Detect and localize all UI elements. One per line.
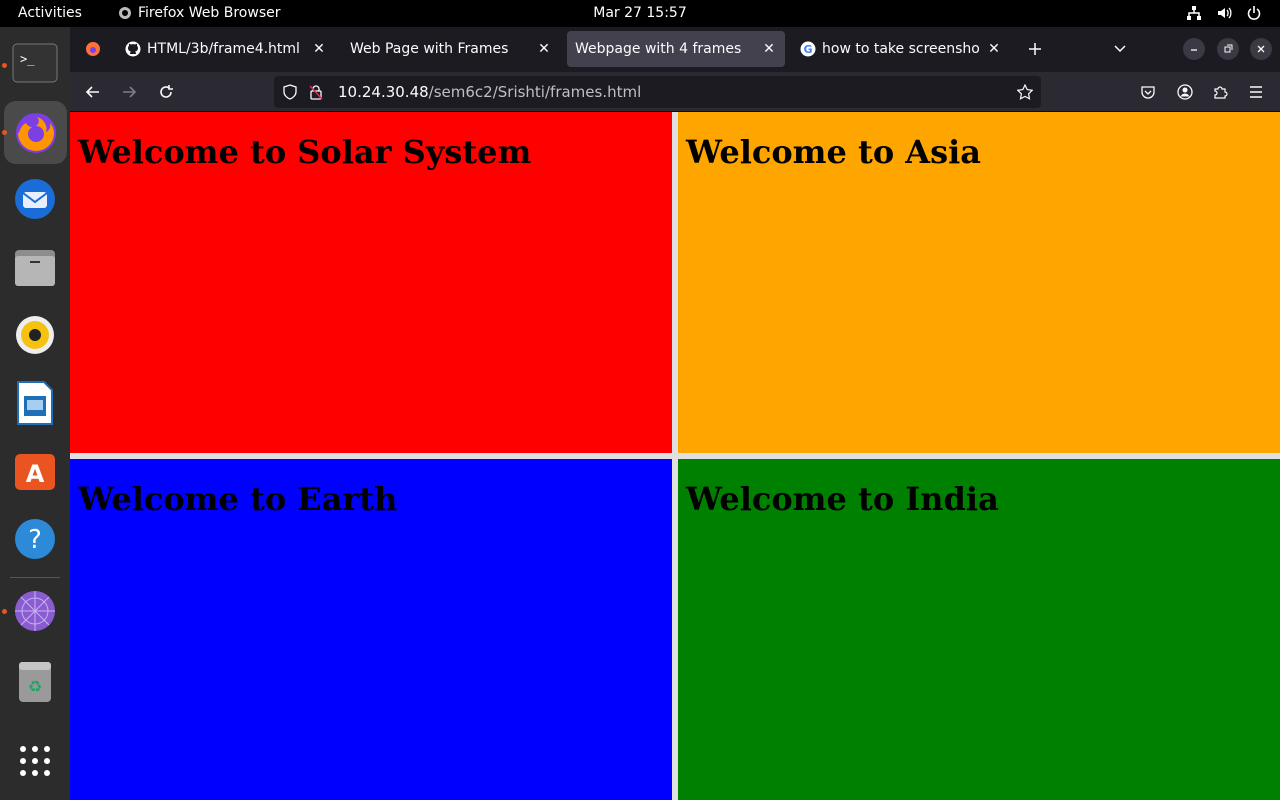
app-center-icon[interactable]: A bbox=[11, 447, 59, 495]
frame-heading: Welcome to Earth bbox=[78, 480, 398, 518]
pocket-icon bbox=[1141, 86, 1155, 99]
files-icon[interactable] bbox=[11, 243, 59, 291]
tracking-protection-icon[interactable] bbox=[282, 84, 298, 100]
url-bar[interactable]: 10.24.30.48/sem6c2/Srishti/frames.html bbox=[274, 76, 1041, 108]
help-icon[interactable]: ? bbox=[11, 515, 59, 563]
frame-asia[interactable]: Welcome to Asia bbox=[678, 112, 1280, 453]
restore-button[interactable] bbox=[1217, 38, 1239, 60]
hamburger-menu-icon bbox=[1250, 86, 1262, 98]
bookmark-star-icon[interactable] bbox=[1017, 84, 1033, 100]
back-button[interactable] bbox=[82, 81, 104, 103]
app-menu[interactable]: Firefox Web Browser bbox=[118, 5, 281, 21]
google-icon: G bbox=[800, 41, 816, 57]
running-indicator bbox=[2, 609, 7, 614]
back-arrow-icon bbox=[85, 86, 99, 98]
thunderbird-icon[interactable] bbox=[11, 175, 59, 223]
activities-button[interactable]: Activities bbox=[18, 5, 82, 21]
minimize-icon bbox=[1191, 49, 1197, 51]
frame-heading: Welcome to Asia bbox=[686, 133, 982, 171]
network-icon bbox=[1187, 6, 1201, 20]
reload-icon bbox=[160, 85, 173, 98]
close-icon[interactable]: ✕ bbox=[311, 41, 327, 57]
svg-text:>_: >_ bbox=[20, 52, 35, 66]
insecure-lock-icon[interactable] bbox=[308, 84, 324, 100]
url-path: /sem6c2/Srishti/frames.html bbox=[428, 83, 642, 101]
volume-icon bbox=[1218, 7, 1232, 19]
terminal-icon[interactable]: >_ bbox=[11, 39, 59, 87]
firefox-small-icon bbox=[119, 7, 131, 19]
dock: >_ A ? ♻ bbox=[0, 27, 70, 800]
forward-arrow-icon bbox=[123, 86, 137, 98]
browser-window: HTML/3b/frame4.html at ✕ Web Page with F… bbox=[70, 27, 1280, 800]
running-indicator bbox=[2, 130, 7, 135]
app-name: Firefox Web Browser bbox=[138, 5, 281, 21]
firefox-view-button[interactable] bbox=[74, 31, 112, 67]
running-indicator bbox=[2, 63, 7, 68]
tab-webpage-with-4-frames[interactable]: Webpage with 4 frames ✕ bbox=[567, 31, 785, 67]
frame-solar-system[interactable]: Welcome to Solar System bbox=[70, 112, 672, 453]
account-button[interactable] bbox=[1174, 81, 1196, 103]
url-text[interactable]: 10.24.30.48/sem6c2/Srishti/frames.html bbox=[338, 83, 641, 101]
frame-heading: Welcome to India bbox=[686, 480, 999, 518]
navigation-toolbar: 10.24.30.48/sem6c2/Srishti/frames.html bbox=[70, 72, 1280, 112]
tab-title: Webpage with 4 frames bbox=[575, 41, 742, 57]
tab-title: how to take screenshot - bbox=[822, 41, 980, 57]
top-bar: Activities Firefox Web Browser Mar 27 15… bbox=[0, 0, 1280, 27]
extensions-button[interactable] bbox=[1209, 81, 1231, 103]
frame-heading: Welcome to Solar System bbox=[78, 133, 532, 171]
svg-text:?: ? bbox=[28, 525, 42, 555]
url-host: 10.24.30.48 bbox=[338, 83, 429, 101]
svg-text:♻: ♻ bbox=[28, 677, 42, 696]
github-icon bbox=[125, 41, 141, 57]
account-icon bbox=[1177, 84, 1193, 100]
trash-icon[interactable]: ♻ bbox=[11, 657, 59, 705]
shotwell-icon[interactable] bbox=[11, 587, 59, 635]
firefox-view-icon bbox=[86, 42, 100, 56]
list-all-tabs-button[interactable] bbox=[1109, 38, 1131, 60]
clock[interactable]: Mar 27 15:57 bbox=[593, 5, 686, 21]
svg-text:G: G bbox=[803, 43, 812, 56]
dock-separator bbox=[10, 577, 60, 578]
chevron-down-icon bbox=[1114, 45, 1126, 53]
pocket-button[interactable] bbox=[1137, 81, 1159, 103]
system-tray[interactable] bbox=[1186, 5, 1262, 21]
forward-button[interactable] bbox=[118, 81, 140, 103]
tab-bar: HTML/3b/frame4.html at ✕ Web Page with F… bbox=[70, 27, 1280, 72]
close-window-button[interactable] bbox=[1250, 38, 1272, 60]
plus-icon bbox=[1029, 43, 1041, 55]
restore-icon bbox=[1224, 44, 1233, 53]
writer-icon[interactable] bbox=[11, 379, 59, 427]
close-icon[interactable]: ✕ bbox=[761, 41, 777, 57]
close-icon bbox=[1257, 45, 1265, 53]
page-content: Welcome to Solar System Welcome to Asia … bbox=[70, 112, 1280, 800]
new-tab-button[interactable] bbox=[1024, 38, 1046, 60]
frame-earth[interactable]: Welcome to Earth bbox=[70, 459, 672, 800]
firefox-icon[interactable] bbox=[4, 101, 67, 164]
rhythmbox-icon[interactable] bbox=[11, 311, 59, 359]
minimize-button[interactable] bbox=[1183, 38, 1205, 60]
tab-web-page-with-frames[interactable]: Web Page with Frames ✕ bbox=[342, 31, 560, 67]
reload-button[interactable] bbox=[155, 81, 177, 103]
close-icon[interactable]: ✕ bbox=[536, 41, 552, 57]
svg-text:A: A bbox=[26, 460, 45, 488]
power-icon bbox=[1247, 6, 1261, 20]
tab-google-search[interactable]: G how to take screenshot - ✕ bbox=[792, 31, 1010, 67]
tab-title: HTML/3b/frame4.html at bbox=[147, 41, 305, 57]
frame-india[interactable]: Welcome to India bbox=[678, 459, 1280, 800]
menu-button[interactable] bbox=[1245, 81, 1267, 103]
puzzle-icon bbox=[1214, 86, 1228, 99]
show-apps-icon[interactable] bbox=[11, 737, 59, 785]
close-icon[interactable]: ✕ bbox=[986, 41, 1002, 57]
tab-title: Web Page with Frames bbox=[350, 41, 509, 57]
tab-github[interactable]: HTML/3b/frame4.html at ✕ bbox=[117, 31, 335, 67]
